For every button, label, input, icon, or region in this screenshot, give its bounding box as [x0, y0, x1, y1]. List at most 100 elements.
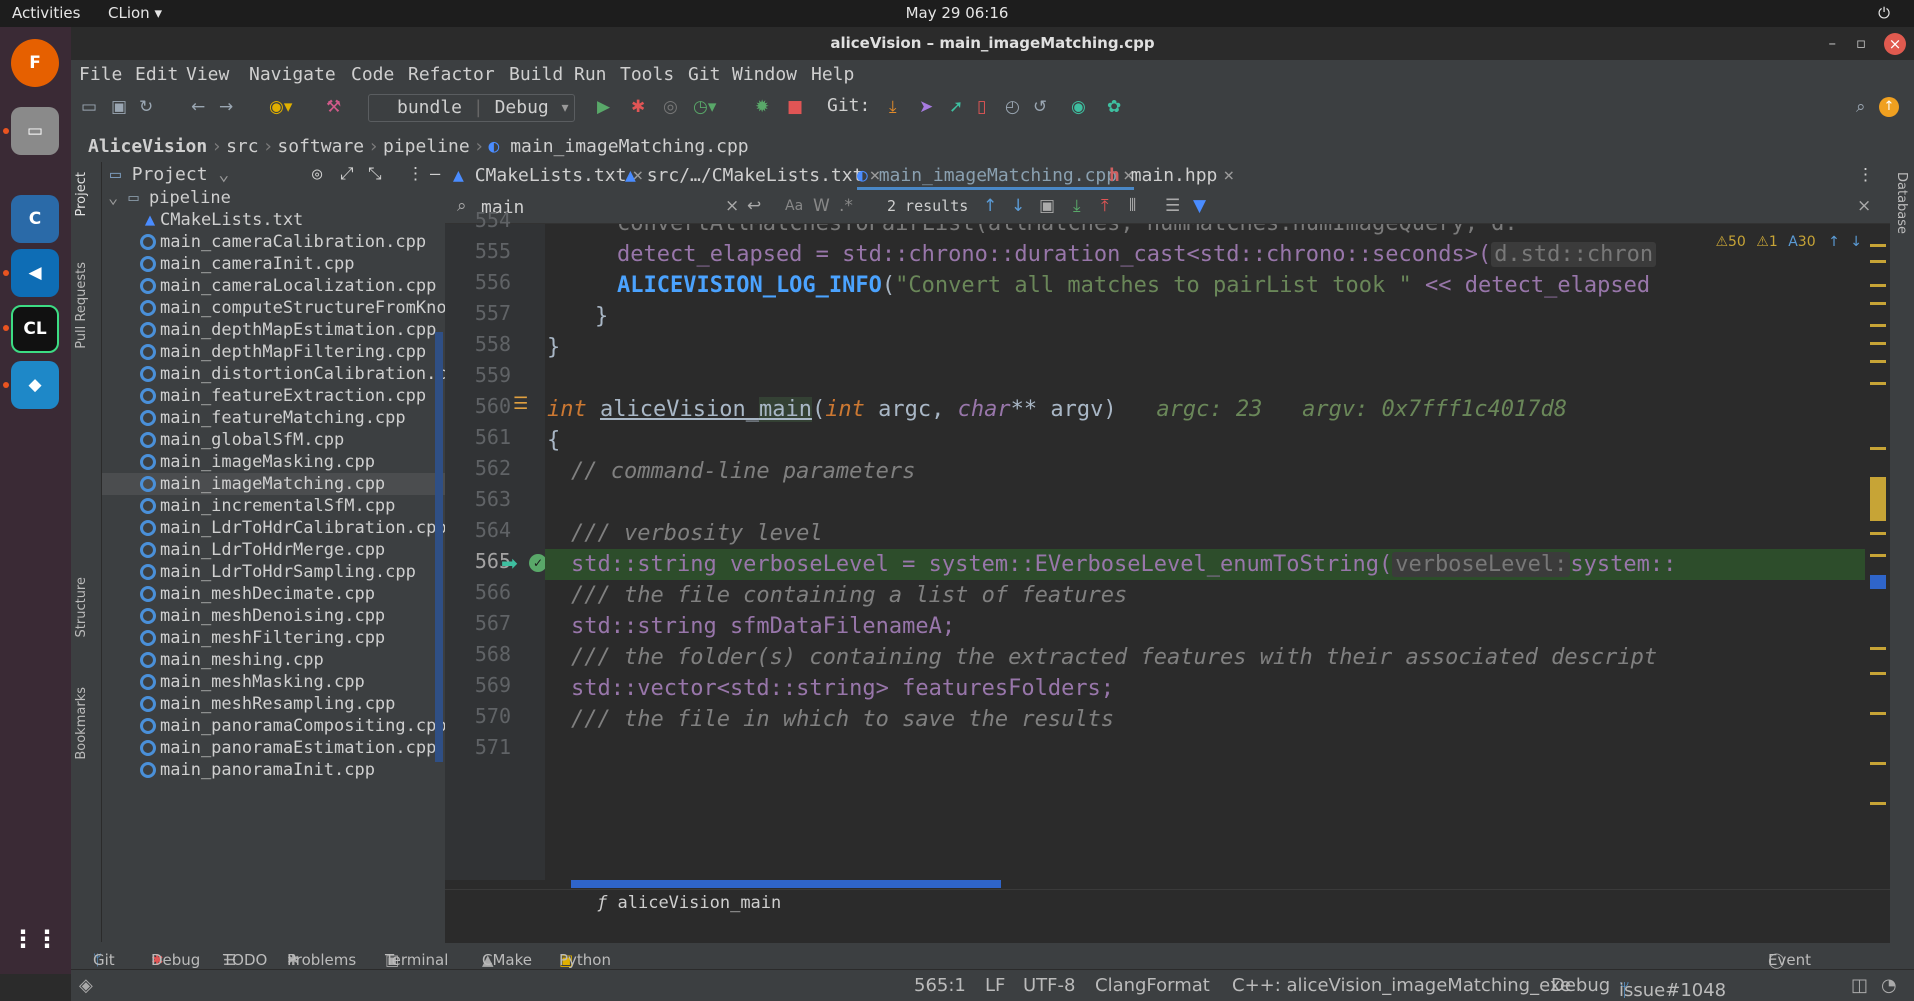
menu-help[interactable]: Help [811, 64, 854, 85]
locate-icon[interactable]: ◎ [312, 164, 322, 184]
menu-run[interactable]: Run [574, 64, 607, 85]
close-icon[interactable]: × [1884, 33, 1906, 55]
breadcrumb-software[interactable]: software [277, 136, 364, 157]
tab-main-imagematching[interactable]: ◐ main_imageMatching.cpp × [857, 162, 1134, 190]
project-scrollbar[interactable] [435, 332, 443, 762]
git-commit-icon[interactable]: ➤ [919, 97, 933, 117]
sync-icon[interactable]: ↻ [139, 97, 153, 117]
open-icon[interactable]: ▭ [81, 97, 97, 117]
tree-file[interactable]: main_depthMapFiltering.cpp [102, 341, 445, 363]
menu-file[interactable]: File [79, 64, 122, 85]
tree-file[interactable]: main_meshDecimate.cpp [102, 583, 445, 605]
menu-window[interactable]: Window [732, 64, 797, 85]
layers-icon[interactable]: ◈ [79, 975, 93, 996]
tree-file[interactable]: main_cameraInit.cpp [102, 253, 445, 275]
run-gutter-icon[interactable]: ☰ [513, 394, 528, 414]
caret-position[interactable]: 565:1 [914, 975, 966, 996]
close-tab-icon[interactable]: × [1223, 165, 1234, 186]
tree-file[interactable]: main_LdrToHdrSampling.cpp [102, 561, 445, 583]
git-push-icon[interactable]: ➚ [949, 97, 963, 117]
app-icon-2[interactable]: ◆ [11, 361, 59, 409]
save-icon[interactable]: ▣ [111, 97, 127, 117]
tab-cmakelists[interactable]: ▲ CMakeLists.txt × [453, 162, 643, 190]
show-apps-icon[interactable]: ⋮⋮ [11, 915, 59, 963]
breadcrumb-pipeline[interactable]: pipeline [383, 136, 470, 157]
resolve-context[interactable]: C++: aliceVision_imageMatching_exe [1232, 975, 1571, 996]
run-configuration-select[interactable]: bundle | Debug ▾ [368, 94, 575, 122]
tab-src-cmakelists[interactable]: ▲ src/…/CMakeLists.txt × [625, 162, 880, 190]
execution-point-icon[interactable]: ➡ [501, 551, 518, 575]
tree-file[interactable]: main_globalSfM.cpp [102, 429, 445, 451]
back-icon[interactable]: ← [191, 97, 205, 117]
tree-file[interactable]: main_incrementalSfM.cpp [102, 495, 445, 517]
error-stripe[interactable] [1870, 242, 1886, 862]
clion-icon[interactable]: CL [11, 305, 59, 353]
tree-file-selected[interactable]: main_imageMatching.cpp [102, 473, 445, 495]
users-icon[interactable]: ◉▾ [269, 97, 292, 117]
git-diff-icon[interactable]: ▯ [977, 97, 986, 117]
breadcrumb-src[interactable]: src [226, 136, 259, 157]
select-all-occurrences-icon[interactable]: ▣ [1039, 196, 1055, 216]
previous-occurrence-icon[interactable]: ↑ [983, 196, 997, 216]
vscode-icon[interactable]: ◀ [11, 249, 59, 297]
git-update-icon[interactable]: ⤓ [889, 97, 897, 117]
minimize-icon[interactable]: – [1829, 27, 1837, 60]
bookmarks-tool-tab[interactable]: Bookmarks [74, 687, 89, 760]
maximize-icon[interactable]: ▫ [1856, 27, 1866, 60]
history-icon[interactable]: ◴ [1005, 97, 1020, 117]
expand-icon[interactable]: ⤢ [340, 164, 354, 184]
filter-options-icon[interactable]: ☰ [1165, 196, 1180, 216]
clock[interactable]: May 29 06:16 [0, 4, 1914, 22]
project-view-select[interactable]: ▭ Project ⌄ [110, 164, 229, 185]
database-tool-tab[interactable]: Database [1894, 172, 1909, 234]
match-case-icon[interactable]: Aa [785, 198, 803, 214]
whole-words-icon[interactable]: W [813, 196, 830, 216]
hide-panel-icon[interactable]: – [430, 164, 440, 184]
close-find-icon[interactable]: × [1857, 196, 1871, 216]
select-all-icon[interactable]: ⫴ [1129, 196, 1136, 216]
menu-tools[interactable]: Tools [620, 64, 674, 85]
remove-occurrence-icon[interactable]: ⤒ [1101, 196, 1109, 216]
menu-edit[interactable]: Edit [135, 64, 178, 85]
inspection-widget[interactable]: ⚠50 ⚠1 A30 ↑ ↓ [1715, 234, 1862, 250]
tree-file[interactable]: main_LdrToHdrMerge.cpp [102, 539, 445, 561]
tree-file[interactable]: main_panoramaCompositing.cpp [102, 715, 445, 737]
tree-file[interactable]: main_panoramaEstimation.cpp [102, 737, 445, 759]
search-icon[interactable]: ⌕ [1856, 97, 1866, 117]
tree-file[interactable]: main_featureMatching.cpp [102, 407, 445, 429]
more-options-icon[interactable]: ⋮ [407, 164, 424, 184]
clear-search-icon[interactable]: × [725, 196, 739, 216]
notifications-icon[interactable]: ◔ [1881, 975, 1897, 996]
tree-file[interactable]: main_imageMasking.cpp [102, 451, 445, 473]
lock-icon[interactable]: ◫ [1851, 975, 1868, 996]
tree-file[interactable]: main_cameraCalibration.cpp [102, 231, 445, 253]
menu-git[interactable]: Git [688, 64, 721, 85]
project-tool-tab[interactable]: Project [74, 172, 89, 216]
tree-file[interactable]: main_computeStructureFromKnownPoses.cpp [102, 297, 445, 319]
coverage-icon[interactable]: ✹ [755, 97, 769, 117]
menu-view[interactable]: View [186, 64, 229, 85]
tree-file[interactable]: main_panoramaInit.cpp [102, 759, 445, 781]
tree-folder-pipeline[interactable]: ⌄ ▭ pipeline [102, 187, 445, 209]
tab-main-hpp[interactable]: h main.hpp × [1109, 162, 1234, 190]
tree-file[interactable]: main_meshing.cpp [102, 649, 445, 671]
find-input[interactable] [481, 195, 709, 219]
structure-tool-tab[interactable]: Structure [74, 577, 89, 637]
next-problem-icon[interactable]: ↓ [1850, 234, 1862, 250]
tree-file[interactable]: main_cameraLocalization.cpp [102, 275, 445, 297]
attach-icon[interactable]: ◎ [663, 97, 678, 117]
pull-requests-tool-tab[interactable]: Pull Requests [74, 262, 89, 349]
tree-file[interactable]: main_meshDenoising.cpp [102, 605, 445, 627]
forward-icon[interactable]: → [219, 97, 233, 117]
build-mode[interactable]: Debug [1551, 975, 1610, 996]
filter-icon[interactable]: ▼ [1193, 196, 1206, 216]
add-occurrence-icon[interactable]: ⤓ [1073, 196, 1081, 216]
profile-icon[interactable]: ◷▾ [693, 97, 716, 117]
tree-file[interactable]: main_meshResampling.cpp [102, 693, 445, 715]
system-tray[interactable]: ⏻ [1878, 4, 1900, 22]
menu-navigate[interactable]: Navigate [249, 64, 336, 85]
update-icon[interactable]: ↑ [1879, 97, 1899, 117]
tree-file[interactable]: main_distortionCalibration.cpp [102, 363, 445, 385]
menu-code[interactable]: Code [351, 64, 394, 85]
new-line-icon[interactable]: ↩ [747, 196, 761, 216]
